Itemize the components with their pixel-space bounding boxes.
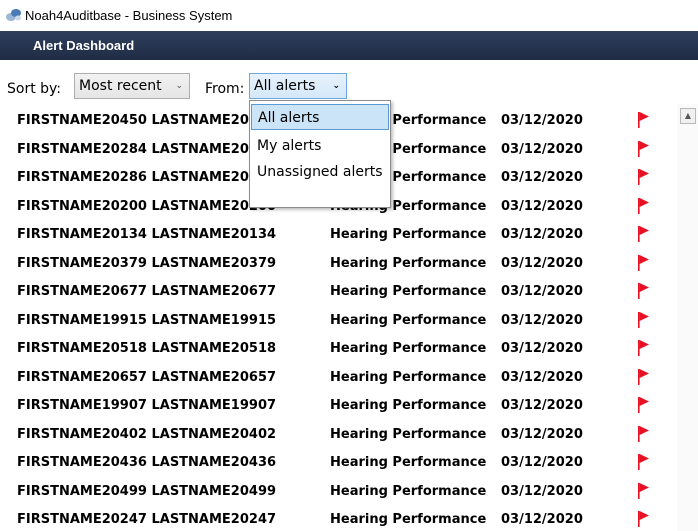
table-row[interactable]: FIRSTNAME20657 LASTNAME20657 Hearing Perf… [0, 361, 672, 391]
alert-date: 03/12/2020 [501, 341, 583, 356]
table-row[interactable]: FIRSTNAME19907 LASTNAME19907 Hearing Perf… [0, 389, 672, 419]
alert-date: 03/12/2020 [501, 369, 583, 385]
table-row[interactable]: FIRSTNAME20677 LASTNAME20677 Hearing Perf… [0, 275, 672, 305]
from-select-value: All alerts [254, 78, 316, 94]
patient-name: FIRSTNAME20134 LASTNAME20134 [17, 227, 277, 242]
table-row[interactable]: FIRSTNAME19915 LASTNAME19915 Hearing Perf… [0, 304, 672, 334]
alert-date: 03/12/2020 [501, 426, 583, 442]
chevron-down-icon: ⌄ [332, 81, 340, 91]
table-row[interactable]: FIRSTNAME20436 LASTNAME20436 Hearing Perf… [0, 446, 672, 476]
table-row[interactable]: FIRSTNAME20134 LASTNAME20134 Hearing Perf… [0, 218, 672, 248]
red-flag-icon [638, 140, 650, 157]
dropdown-option-unassigned-alerts[interactable]: Unassigned alerts [251, 159, 389, 185]
alert-type: Hearing Performance [330, 227, 487, 242]
patient-name: FIRSTNAME20284 LASTNAME20284 [17, 141, 277, 157]
patient-name: FIRSTNAME19915 LASTNAME19915 [17, 312, 277, 328]
dropdown-option-all-alerts[interactable]: All alerts [251, 104, 389, 130]
patient-name: FIRSTNAME20450 LASTNAME20450 [17, 113, 277, 128]
red-flag-icon [638, 511, 650, 527]
red-flag-icon [638, 397, 650, 413]
alert-type: Hearing Performance [330, 483, 487, 499]
red-flag-icon [638, 454, 650, 470]
alert-date: 03/12/2020 [501, 227, 583, 242]
from-select[interactable]: All alerts ⌄ [249, 73, 347, 99]
alert-date: 03/12/2020 [501, 312, 583, 328]
alert-type: Hearing Performance [330, 398, 487, 413]
from-label: From: [205, 81, 245, 97]
patient-name: FIRSTNAME20499 LASTNAME20499 [17, 483, 277, 499]
alert-date: 03/12/2020 [501, 141, 583, 157]
dropdown-option-my-alerts[interactable]: My alerts [251, 133, 389, 159]
alert-date: 03/12/2020 [501, 398, 583, 413]
app-icon [5, 7, 21, 23]
red-flag-icon [638, 254, 650, 271]
sort-label: Sort by: [7, 81, 62, 97]
patient-name: FIRSTNAME20247 LASTNAME20247 [17, 512, 277, 527]
alert-type: Hearing Performance [330, 255, 487, 271]
dashboard-header: Alert Dashboard [0, 31, 698, 60]
sort-select[interactable]: Most recent ⌄ [74, 73, 190, 99]
table-row[interactable]: FIRSTNAME20379 LASTNAME20379 Hearing Perf… [0, 247, 672, 277]
patient-name: FIRSTNAME20518 LASTNAME20518 [17, 341, 277, 356]
page-title: Alert Dashboard [33, 38, 135, 53]
patient-name: FIRSTNAME20436 LASTNAME20436 [17, 455, 277, 470]
sort-select-value: Most recent [79, 78, 162, 94]
alert-date: 03/12/2020 [501, 198, 583, 214]
red-flag-icon [638, 226, 650, 242]
red-flag-icon [638, 112, 650, 128]
from-dropdown-menu: All alerts My alerts Unassigned alerts [249, 100, 391, 208]
patient-name: FIRSTNAME20677 LASTNAME20677 [17, 284, 277, 299]
red-flag-icon [638, 340, 650, 356]
patient-name: FIRSTNAME19907 LASTNAME19907 [17, 398, 277, 413]
patient-name: FIRSTNAME20402 LASTNAME20402 [17, 426, 277, 442]
alert-type: Hearing Performance [330, 455, 487, 470]
table-row[interactable]: FIRSTNAME20402 LASTNAME20402 Hearing Perf… [0, 418, 672, 448]
patient-name: FIRSTNAME20286 LASTNAME20286 [17, 170, 277, 185]
alert-date: 03/12/2020 [501, 455, 583, 470]
patient-name: FIRSTNAME20200 LASTNAME20200 [17, 198, 277, 214]
alert-date: 03/12/2020 [501, 170, 583, 185]
chevron-down-icon: ⌄ [175, 81, 183, 91]
red-flag-icon [638, 311, 650, 328]
red-flag-icon [638, 283, 650, 299]
alert-date: 03/12/2020 [501, 113, 583, 128]
red-flag-icon [638, 482, 650, 499]
red-flag-icon [638, 169, 650, 185]
alert-type: Hearing Performance [330, 284, 487, 299]
table-row[interactable]: FIRSTNAME20518 LASTNAME20518 Hearing Perf… [0, 332, 672, 362]
alert-date: 03/12/2020 [501, 512, 583, 527]
patient-name: FIRSTNAME20657 LASTNAME20657 [17, 369, 277, 385]
alert-type: Hearing Performance [330, 312, 487, 328]
alert-type: Hearing Performance [330, 426, 487, 442]
alert-date: 03/12/2020 [501, 483, 583, 499]
patient-name: FIRSTNAME20379 LASTNAME20379 [17, 255, 277, 271]
table-row[interactable]: FIRSTNAME20499 LASTNAME20499 Hearing Perf… [0, 475, 672, 505]
red-flag-icon [638, 368, 650, 385]
red-flag-icon [638, 197, 650, 214]
red-flag-icon [638, 425, 650, 442]
alert-date: 03/12/2020 [501, 255, 583, 271]
vertical-scrollbar[interactable]: ▲ [677, 104, 698, 531]
alert-type: Hearing Performance [330, 512, 487, 527]
alert-date: 03/12/2020 [501, 284, 583, 299]
window-titlebar: Noah4Auditbase - Business System [0, 0, 698, 30]
window-title: Noah4Auditbase - Business System [25, 7, 233, 23]
scroll-up-arrow-icon[interactable]: ▲ [680, 108, 696, 124]
alert-type: Hearing Performance [330, 369, 487, 385]
alert-type: Hearing Performance [330, 341, 487, 356]
table-row[interactable]: FIRSTNAME20247 LASTNAME20247 Hearing Perf… [0, 503, 672, 531]
